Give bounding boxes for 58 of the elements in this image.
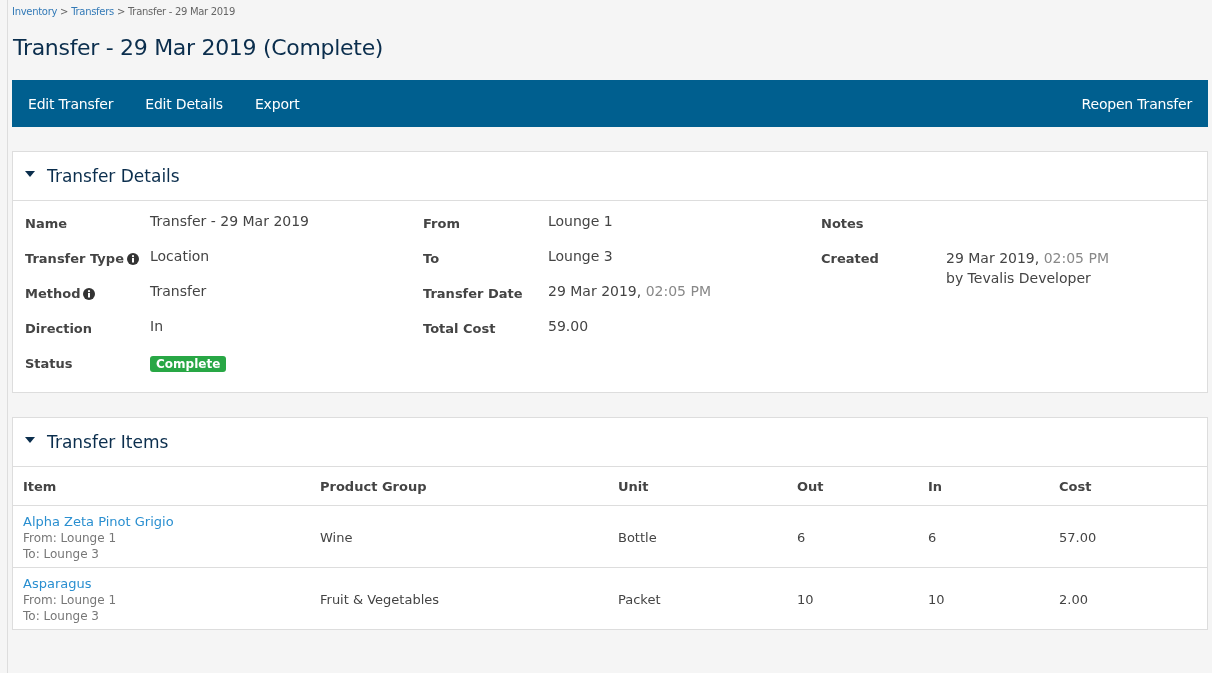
field-label: Total Cost: [423, 321, 496, 336]
table-cell: 6: [918, 505, 1049, 568]
field-label: Name: [25, 216, 67, 231]
field-label: Created: [821, 251, 879, 266]
field-label: From: [423, 216, 460, 231]
table-cell: Wine: [310, 505, 608, 568]
toolbar-button[interactable]: Edit Details: [129, 80, 239, 127]
field-value: Location: [150, 248, 211, 264]
page-title: Transfer - 29 Mar 2019 (Complete): [13, 35, 385, 60]
column-header: Product Group: [310, 467, 608, 506]
section-title: Transfer Details: [47, 166, 180, 186]
breadcrumb-current: Transfer - 29 Mar 2019: [128, 6, 235, 17]
table-cell: 2.00: [1049, 567, 1207, 629]
field-label: Method: [25, 286, 81, 301]
field-value: Transfer - 29 Mar 2019: [150, 213, 310, 229]
column-header: Unit: [608, 467, 787, 506]
table-cell: 10: [787, 567, 918, 629]
item-link[interactable]: Asparagus: [23, 576, 300, 591]
item-to: To: Lounge 3: [23, 547, 100, 561]
table-cell: 10: [918, 567, 1049, 629]
toolbar-button[interactable]: Reopen Transfer: [1065, 80, 1208, 127]
toolbar-button[interactable]: Edit Transfer: [12, 80, 130, 127]
table-cell: 6: [787, 505, 918, 568]
field-value: 59.00: [548, 318, 590, 334]
item-to: To: Lounge 3: [23, 609, 100, 623]
breadcrumb-separator: >: [116, 6, 125, 17]
table-cell: 57.00: [1049, 505, 1207, 568]
created-by: by Tevalis Developer: [946, 270, 1092, 286]
field-value: In: [150, 318, 164, 334]
item-from: From: Lounge 1: [23, 593, 118, 607]
field-label: Status: [25, 356, 73, 371]
field-value: 29 Mar 2019, 02:05 PM: [946, 250, 1110, 266]
breadcrumb-link[interactable]: Inventory: [12, 6, 58, 17]
field-label: Direction: [25, 321, 93, 336]
field-label: To: [423, 251, 440, 266]
field-label: Transfer Type: [25, 251, 124, 266]
breadcrumb-link[interactable]: Transfers: [71, 6, 114, 17]
info-icon: [83, 287, 96, 300]
field-value: Lounge 1: [548, 213, 614, 229]
field-value: Transfer: [150, 283, 208, 299]
breadcrumb-separator: >: [60, 6, 69, 17]
info-icon: [126, 252, 139, 265]
table-cell: Fruit & Vegetables: [310, 567, 608, 629]
status-badge: Complete: [150, 356, 227, 372]
field-value: 29 Mar 2019, 02:05 PM: [548, 283, 712, 299]
field-label: Transfer Date: [423, 286, 523, 301]
item-link[interactable]: Alpha Zeta Pinot Grigio: [23, 514, 300, 529]
column-header: Item: [13, 467, 310, 506]
field-value: Lounge 3: [548, 248, 614, 264]
table-cell: Packet: [608, 567, 787, 629]
field-label: Notes: [821, 216, 864, 231]
table-cell: Bottle: [608, 505, 787, 568]
column-header: In: [918, 467, 1049, 506]
column-header: Out: [787, 467, 918, 506]
column-header: Cost: [1049, 467, 1207, 506]
toolbar-button[interactable]: Export: [238, 80, 316, 127]
item-from: From: Lounge 1: [23, 531, 118, 545]
section-title: Transfer Items: [47, 432, 169, 452]
